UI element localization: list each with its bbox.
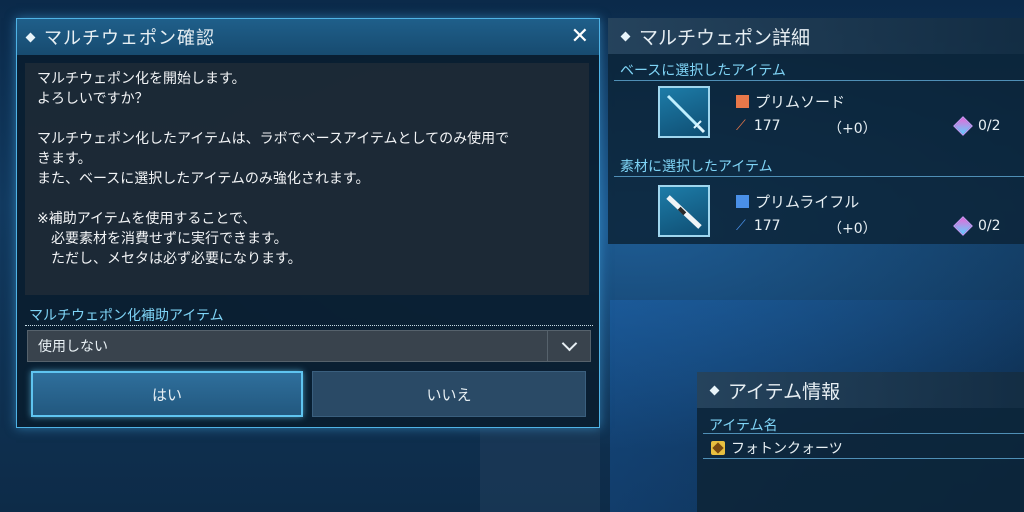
material-item-power: ⟋ 177 bbox=[736, 218, 781, 234]
info-item-name: フォトンクォーツ bbox=[731, 441, 843, 457]
detail-title-bar: マルチウェポン詳細 bbox=[608, 18, 1024, 54]
base-item-slots: 0/2 bbox=[953, 116, 1001, 136]
base-item-power: ⟋ 177 bbox=[736, 118, 781, 134]
augment-slot-icon bbox=[953, 216, 973, 236]
item-name-header: アイテム名 bbox=[709, 418, 778, 434]
base-item-name-row: プリムソード bbox=[736, 91, 845, 112]
dialog-title: マルチウェポン確認 bbox=[44, 28, 215, 49]
rifle-icon[interactable] bbox=[658, 185, 710, 237]
dropdown-toggle[interactable] bbox=[547, 331, 590, 361]
assist-item-label: マルチウェポン化補助アイテム bbox=[29, 308, 224, 324]
material-item-row: プリムライフル ⟋ 177 （+0） 0/2 bbox=[608, 182, 1024, 244]
base-item-name: プリムソード bbox=[755, 93, 846, 111]
sword-small-icon: ⟋ bbox=[736, 118, 746, 134]
sword-category-icon bbox=[736, 95, 749, 108]
base-item-grind: （+0） bbox=[828, 121, 877, 137]
augment-slot-icon bbox=[953, 116, 973, 136]
dialog-title-bar: マルチウェポン確認 bbox=[17, 19, 599, 55]
divider bbox=[614, 176, 1024, 177]
info-item-row: フォトンクォーツ bbox=[711, 438, 843, 458]
no-button[interactable]: いいえ bbox=[312, 371, 586, 417]
material-item-header: 素材に選択したアイテム bbox=[620, 159, 773, 175]
close-icon[interactable]: ✕ bbox=[571, 24, 589, 50]
base-item-header: ベースに選択したアイテム bbox=[620, 63, 786, 79]
item-info-panel: アイテム情報 アイテム名 フォトンクォーツ bbox=[697, 372, 1024, 512]
divider bbox=[25, 325, 593, 326]
divider bbox=[703, 458, 1024, 459]
material-item-name: プリムライフル bbox=[755, 193, 860, 211]
sword-icon[interactable] bbox=[658, 86, 710, 138]
material-item-grind: （+0） bbox=[828, 221, 877, 237]
diamond-bullet-icon bbox=[25, 32, 36, 42]
assist-item-select[interactable]: 使用しない bbox=[27, 330, 591, 362]
message-box: マルチウェポン化を開始します。 よろしいですか？ マルチウェポン化したアイテムは… bbox=[25, 63, 589, 295]
diamond-bullet-icon bbox=[709, 385, 720, 395]
assist-item-selected: 使用しない bbox=[38, 339, 108, 355]
rifle-small-icon: ⟋ bbox=[736, 218, 746, 234]
detail-title: マルチウェポン詳細 bbox=[639, 26, 811, 49]
confirm-message: マルチウェポン化を開始します。 よろしいですか？ マルチウェポン化したアイテムは… bbox=[37, 71, 510, 267]
divider bbox=[703, 433, 1024, 434]
rifle-category-icon bbox=[736, 195, 749, 208]
material-item-name-row: プリムライフル bbox=[736, 191, 859, 212]
yes-button[interactable]: はい bbox=[31, 371, 303, 417]
material-item-slots: 0/2 bbox=[953, 216, 1001, 236]
multi-weapon-detail-panel: マルチウェポン詳細 ベースに選択したアイテム プリムソード ⟋ 177 （+0）… bbox=[608, 18, 1024, 182]
chevron-down-icon bbox=[561, 335, 577, 352]
divider bbox=[614, 80, 1024, 81]
photon-quartz-icon bbox=[711, 441, 725, 455]
diamond-bullet-icon bbox=[620, 31, 631, 41]
info-title: アイテム情報 bbox=[728, 380, 841, 403]
multi-weapon-confirm-dialog: マルチウェポン確認 ✕ マルチウェポン化を開始します。 よろしいですか？ マルチ… bbox=[16, 18, 600, 428]
background-pillar bbox=[480, 420, 600, 512]
info-title-bar: アイテム情報 bbox=[697, 372, 1024, 408]
